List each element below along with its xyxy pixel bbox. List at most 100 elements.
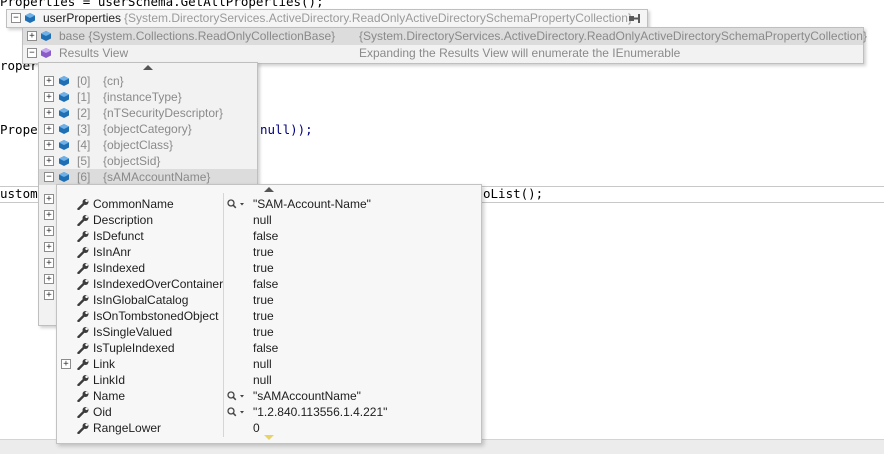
wrench-icon (77, 199, 89, 210)
property-row[interactable]: LinkId null (57, 372, 481, 388)
wrench-icon (77, 215, 89, 226)
code-line-3-suffix: null)); (260, 122, 313, 137)
results-view-label: Results View (59, 46, 129, 60)
wrench-icon (77, 247, 89, 258)
text-visualizer-icon[interactable] (227, 407, 245, 417)
wrench-icon (77, 343, 89, 354)
expand-results-toggle[interactable]: − (27, 48, 37, 58)
scroll-up-arrow[interactable] (264, 187, 274, 192)
wrench-icon (77, 279, 89, 290)
property-name: RangeLower (93, 421, 162, 435)
item-value: {cn} (103, 74, 124, 88)
expand-toggle[interactable]: + (44, 76, 54, 86)
expand-toggle[interactable]: + (44, 242, 54, 252)
property-row[interactable]: IsOnTombstonedObject true (57, 308, 481, 324)
item-index: [4] (77, 138, 91, 152)
list-item[interactable]: + [1] {instanceType} (39, 89, 257, 105)
text-visualizer-icon[interactable] (227, 199, 245, 209)
item-value: {objectSid} (103, 154, 161, 168)
wrench-icon (77, 391, 89, 402)
property-row[interactable]: IsDefunct false (57, 228, 481, 244)
property-name: Oid (93, 405, 112, 419)
property-value: "1.2.840.113556.1.4.221" (253, 405, 388, 419)
item-index: [6] (77, 170, 91, 184)
property-value: "SAM-Account-Name" (253, 197, 371, 211)
object-cube-icon (59, 92, 69, 102)
property-value: null (253, 357, 272, 371)
property-value: false (253, 277, 279, 291)
pin-icon[interactable] (629, 14, 641, 23)
item-index: [0] (77, 74, 91, 88)
object-cube-icon (59, 140, 69, 150)
property-name: Description (93, 213, 154, 227)
property-row[interactable]: + Link null (57, 356, 481, 372)
code-line-4-suffix: oList(); (483, 186, 544, 201)
datatip-user-properties: − userProperties {System.DirectoryServic… (6, 9, 648, 28)
expand-toggle[interactable]: + (44, 108, 54, 118)
property-name: IsTupleIndexed (93, 341, 175, 355)
expand-toggle[interactable]: − (44, 172, 54, 182)
wrench-icon (77, 295, 89, 306)
property-name: IsSingleValued (93, 325, 173, 339)
property-name: IsInAnr (93, 245, 132, 259)
object-cube-icon (25, 13, 35, 23)
property-row[interactable]: IsIndexed true (57, 260, 481, 276)
scroll-down-arrow[interactable] (264, 435, 274, 440)
list-item[interactable]: + [5] {objectSid} (39, 153, 257, 169)
var-type: {System.DirectoryServices.ActiveDirector… (124, 11, 632, 25)
expand-toggle[interactable]: + (44, 258, 54, 268)
expand-toggle[interactable]: + (44, 194, 54, 204)
list-item[interactable]: + [3] {objectCategory} (39, 121, 257, 137)
object-cube-icon (41, 31, 51, 41)
item-value: {instanceType} (103, 90, 182, 104)
list-item[interactable]: + [2] {nTSecurityDescriptor} (39, 105, 257, 121)
object-cube-icon (59, 76, 69, 86)
wrench-icon (77, 231, 89, 242)
expand-toggle[interactable]: + (44, 140, 54, 150)
code-line-1: Properties = userSchema.GetAllProperties… (0, 0, 324, 9)
property-row[interactable]: IsInGlobalCatalog true (57, 292, 481, 308)
wrench-icon (77, 359, 89, 370)
property-row[interactable]: Oid "1.2.840.113556.1.4.221" (57, 404, 481, 420)
wrench-icon (77, 263, 89, 274)
property-value: true (253, 309, 274, 323)
scroll-up-arrow[interactable] (143, 65, 153, 70)
property-row[interactable]: IsIndexedOverContainer false (57, 276, 481, 292)
wrench-icon (77, 407, 89, 418)
wrench-icon (77, 423, 89, 434)
expand-toggle[interactable]: + (61, 359, 71, 369)
property-row[interactable]: RangeLower 0 (57, 420, 481, 436)
property-name: IsDefunct (93, 229, 144, 243)
item-value: {sAMAccountName} (103, 170, 211, 184)
property-row[interactable]: CommonName "SAM-Account-Name" (57, 196, 481, 212)
property-row[interactable]: IsInAnr true (57, 244, 481, 260)
item-index: [2] (77, 106, 91, 120)
property-name: Link (93, 357, 116, 371)
property-value: false (253, 229, 279, 243)
expand-toggle[interactable]: + (44, 290, 54, 300)
item-index: [3] (77, 122, 91, 136)
expand-base-toggle[interactable]: + (27, 31, 37, 41)
text-visualizer-icon[interactable] (227, 391, 245, 401)
wrench-icon (77, 327, 89, 338)
property-value: true (253, 261, 274, 275)
var-name: userProperties (43, 11, 122, 25)
expand-toggle[interactable]: + (44, 124, 54, 134)
property-value: true (253, 245, 274, 259)
property-value: 0 (253, 421, 260, 435)
property-row[interactable]: Name "sAMAccountName" (57, 388, 481, 404)
collapse-toggle[interactable]: − (11, 13, 21, 23)
property-name: IsInGlobalCatalog (93, 293, 189, 307)
expand-toggle[interactable]: + (44, 274, 54, 284)
property-row[interactable]: Description null (57, 212, 481, 228)
list-item[interactable]: + [0] {cn} (39, 73, 257, 89)
expand-toggle[interactable]: + (44, 226, 54, 236)
wrench-icon (77, 311, 89, 322)
expand-toggle[interactable]: + (44, 156, 54, 166)
expand-toggle[interactable]: + (44, 210, 54, 220)
property-row[interactable]: IsSingleValued true (57, 324, 481, 340)
list-item[interactable]: + [4] {objectClass} (39, 137, 257, 153)
list-item[interactable]: − [6] {sAMAccountName} (39, 169, 257, 185)
expand-toggle[interactable]: + (44, 92, 54, 102)
property-row[interactable]: IsTupleIndexed false (57, 340, 481, 356)
